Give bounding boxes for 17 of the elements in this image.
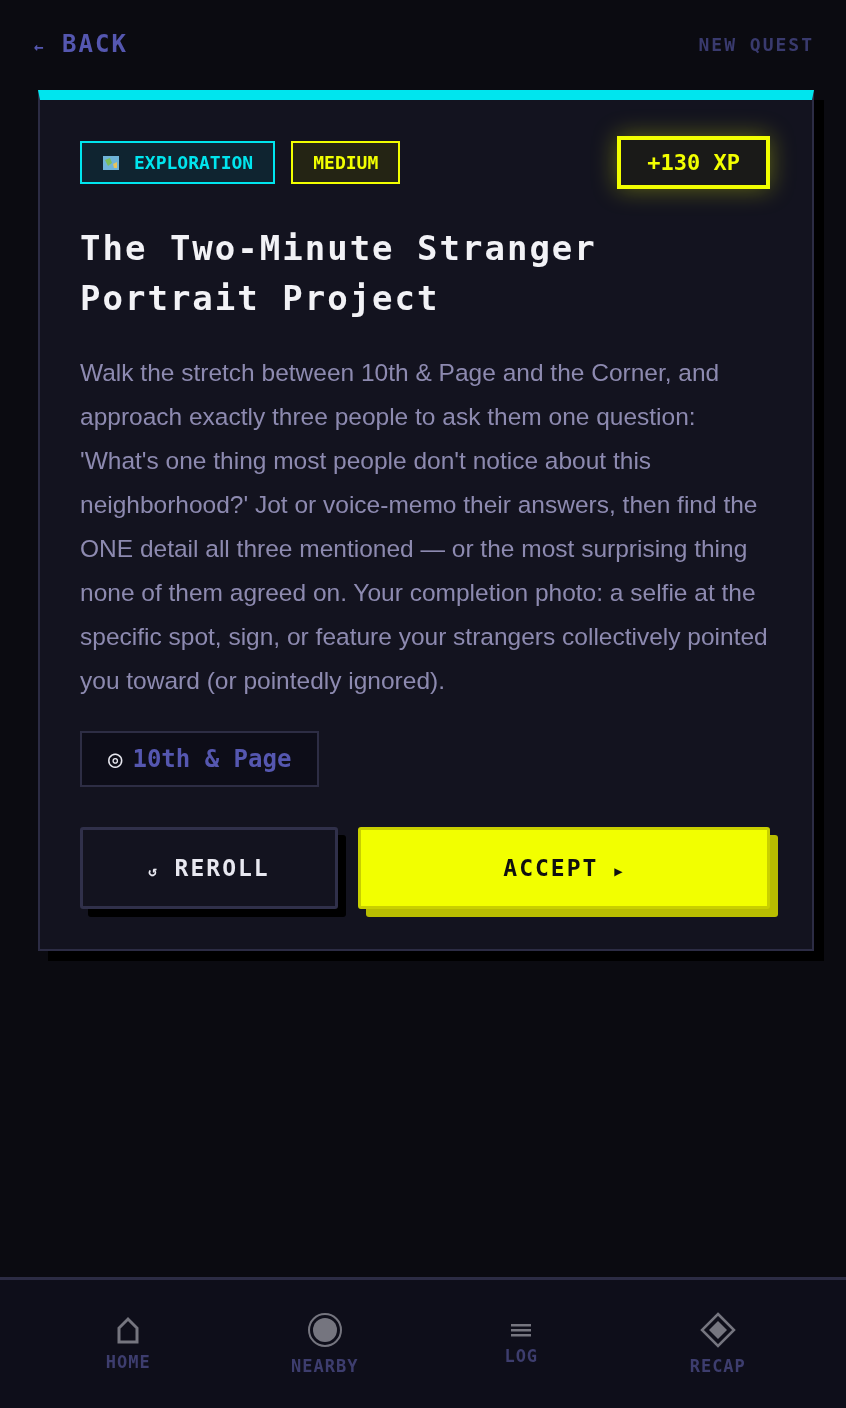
nav-tab[interactable]: LOG xyxy=(456,1322,587,1366)
difficulty-tag: MEDIUM xyxy=(291,141,401,184)
quest-description: Walk the stretch between 10th & Page and the Corner, and approach exactly three people to ask them one question: 'What's one thing most people don't notice about this neighborhood?' Jot or voice-memo their answers, then find the ONE detail all three mentioned — or the most surprising thing none of them agreed on. Your completion photo: a selfie at the specific spot, sign, or feature your strangers collectively pointed you toward (or pointedly ignored). xyxy=(80,358,769,696)
location-chip: ◎ 10th & Page xyxy=(80,731,320,787)
menu-icon xyxy=(511,1322,532,1338)
back-link[interactable]: ← BACK xyxy=(34,30,128,58)
map-icon xyxy=(102,153,120,172)
category-tag: EXPLORATION xyxy=(80,141,276,184)
nav-tab[interactable]: HOME xyxy=(63,1316,194,1372)
nav-tab[interactable]: NEARBY xyxy=(259,1312,390,1376)
quest-title: The Two-Minute Stranger Portrait Project xyxy=(80,227,598,320)
home-icon xyxy=(116,1316,141,1344)
nav-tab[interactable]: RECAP xyxy=(652,1312,783,1376)
diamond-icon xyxy=(699,1312,736,1348)
page-title: NEW QUEST xyxy=(698,33,814,55)
radio-button-icon xyxy=(306,1312,343,1348)
xp-badge: +130 XP xyxy=(617,136,770,189)
